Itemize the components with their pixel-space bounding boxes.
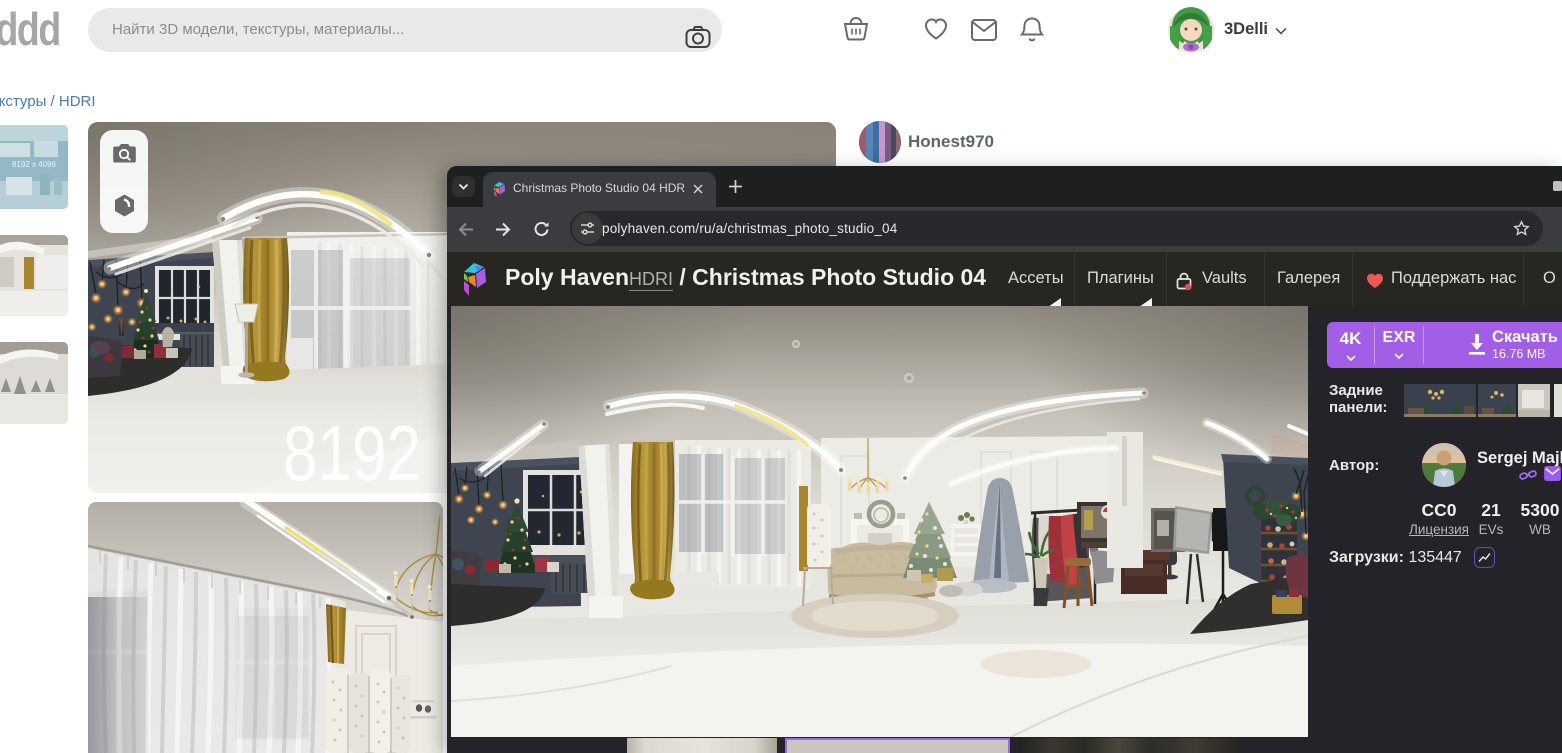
svg-text:8192: 8192	[283, 420, 421, 486]
svg-text:8192 x 4096: 8192 x 4096	[12, 160, 57, 169]
